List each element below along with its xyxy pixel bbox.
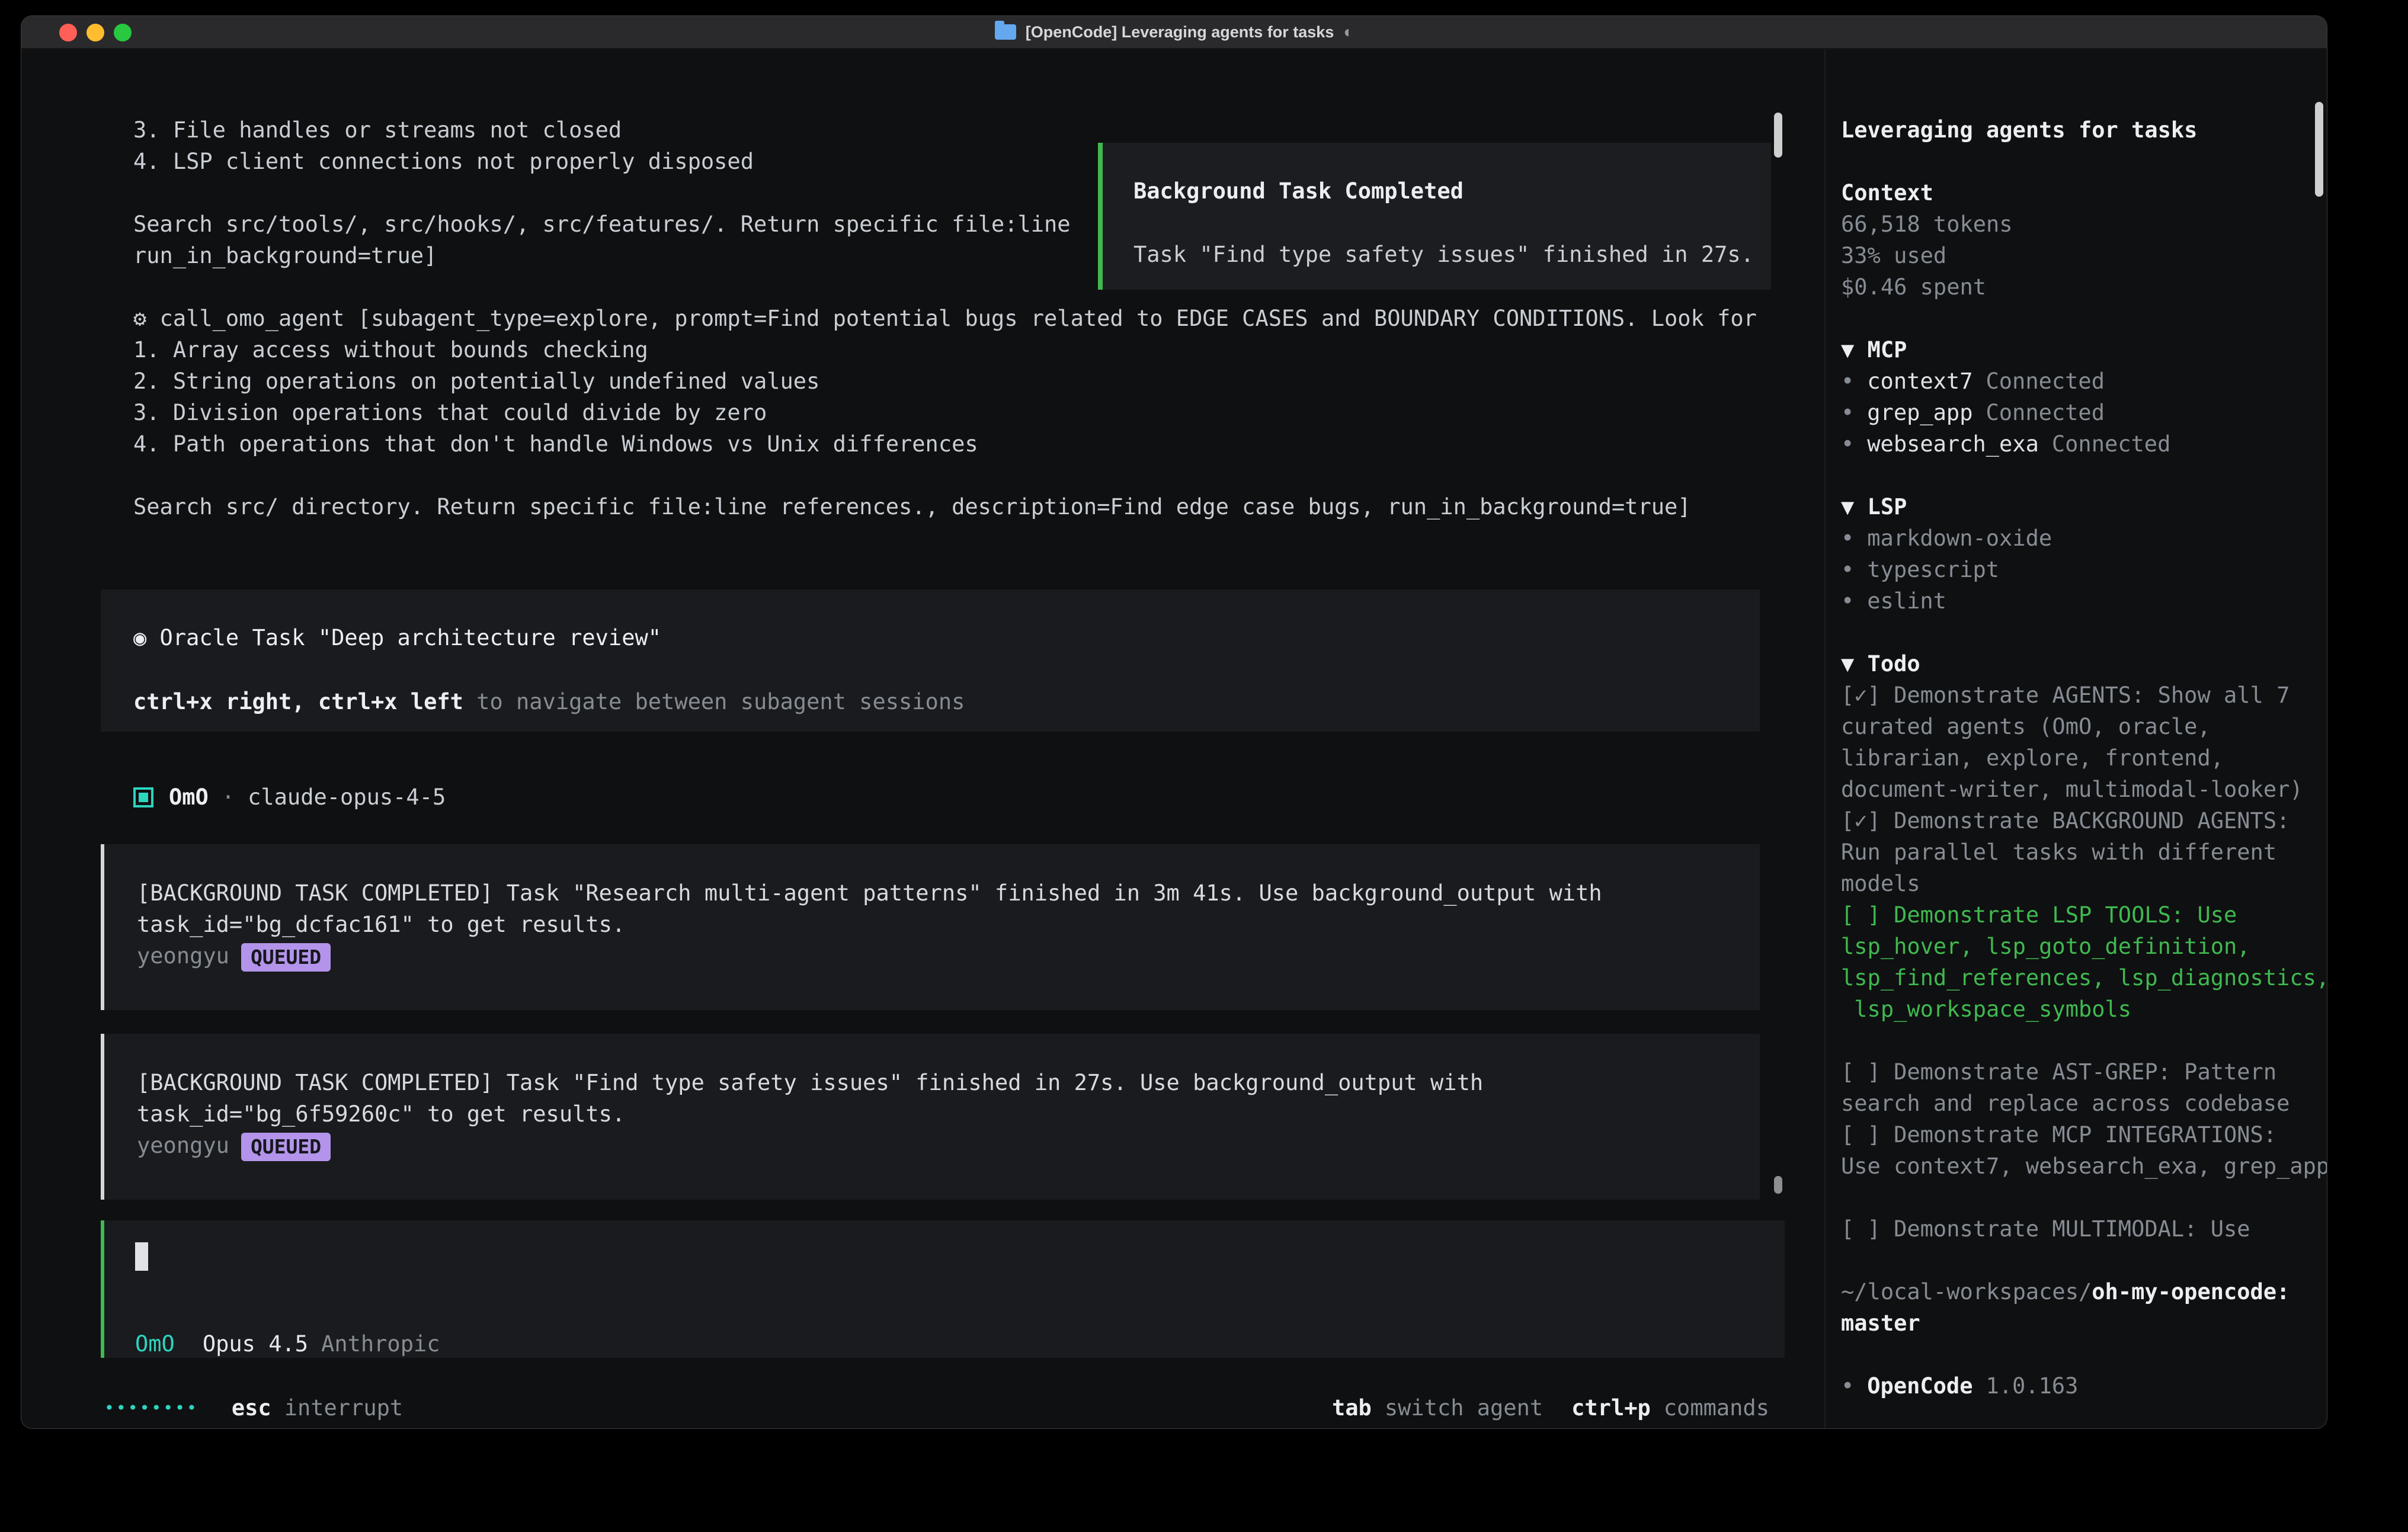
lsp-item: • markdown-oxide	[1841, 523, 2327, 554]
workspace-path: ~/local-workspaces/oh-my-opencode:	[1841, 1276, 2327, 1307]
mcp-name: websearch_exa	[1867, 431, 2039, 457]
session-title: Leveraging agents for tasks	[1841, 114, 2327, 146]
bullet-icon: •	[1841, 431, 1854, 457]
context-heading: Context	[1841, 177, 2327, 209]
zoom-button[interactable]	[114, 24, 132, 41]
esc-key-hint: esc	[232, 1392, 271, 1424]
esc-key-label: interrupt	[284, 1392, 403, 1424]
sidebar: Leveraging agents for tasks Context 66,5…	[1824, 49, 2327, 1428]
ctrlp-key-label: commands	[1664, 1392, 1769, 1424]
app-name: OpenCode	[1867, 1373, 1972, 1399]
sidebar-scrollbar-thumb[interactable]	[2315, 102, 2323, 197]
todo-item-pending: [ ] Demonstrate MCP INTEGRATIONS: Use co…	[1841, 1119, 2327, 1182]
bullet-icon: •	[1841, 400, 1854, 425]
lsp-item: • eslint	[1841, 585, 2327, 617]
lsp-name: eslint	[1867, 588, 1946, 614]
todo-section-header: ▼ Todo	[1841, 648, 2327, 680]
agent-checkbox-icon	[133, 787, 153, 807]
tab-key-hint: tab	[1332, 1392, 1372, 1424]
background-task-toast: Background Task Completed Task "Find typ…	[1098, 143, 1771, 290]
app-version-row: • OpenCode 1.0.163	[1841, 1370, 2327, 1402]
context-tokens: 66,518 tokens	[1841, 209, 2327, 240]
opencode-window: [OpenCode] Leveraging agents for tasks ◐…	[21, 16, 2327, 1428]
tab-key-label: switch agent	[1385, 1392, 1543, 1424]
message-author: yeongyu	[137, 1133, 229, 1158]
message-author: yeongyu	[137, 943, 229, 969]
mcp-item: • context7 Connected	[1841, 366, 2327, 397]
message-text: [BACKGROUND TASK COMPLETED] Task "Find t…	[137, 1067, 1760, 1130]
spinner-dots-icon: ••••••••	[104, 1392, 198, 1424]
status-bar: •••••••• esc interrupt tab switch agent …	[104, 1392, 1769, 1424]
todo-item-active: [ ] Demonstrate LSP TOOLS: Use lsp_hover…	[1841, 899, 2327, 1025]
bullet-icon: •	[1841, 1373, 1854, 1399]
input-status-row: OmO Opus 4.5 Anthropic	[135, 1328, 440, 1360]
message-card: [BACKGROUND TASK COMPLETED] Task "Resear…	[101, 844, 1760, 1010]
lsp-item: • typescript	[1841, 554, 2327, 585]
agent-header: OmO · claude-opus-4-5	[133, 781, 446, 813]
prompt-input[interactable]: OmO Opus 4.5 Anthropic	[101, 1220, 1785, 1358]
message-text: [BACKGROUND TASK COMPLETED] Task "Resear…	[137, 877, 1760, 940]
todo-item-pending: [ ] Demonstrate MULTIMODAL: Use	[1841, 1213, 2327, 1245]
context-spent: $0.46 spent	[1841, 271, 2327, 303]
folder-icon	[995, 24, 1016, 40]
chat-area: 3. File handles or streams not closed 4.…	[21, 49, 1824, 1428]
status-badge: QUEUED	[241, 1133, 331, 1161]
bullet-icon: •	[1841, 588, 1854, 614]
mcp-status: Connected	[1986, 368, 2105, 394]
hint-keys: ctrl+x right, ctrl+x left	[133, 689, 463, 714]
mcp-name: context7	[1867, 368, 1972, 394]
toast-title: Background Task Completed	[1133, 175, 1771, 207]
todo-item-done: [✓] Demonstrate AGENTS: Show all 7 curat…	[1841, 680, 2327, 805]
mcp-item: • grep_app Connected	[1841, 397, 2327, 428]
message-meta: yeongyu QUEUED	[137, 940, 1760, 972]
bullet-icon: •	[1841, 368, 1854, 394]
mcp-section-header: ▼ MCP	[1841, 334, 2327, 366]
mcp-item: • websearch_exa Connected	[1841, 428, 2327, 460]
app-version: 1.0.163	[1986, 1373, 2079, 1399]
agent-name: OmO	[169, 781, 209, 813]
message-card: [BACKGROUND TASK COMPLETED] Task "Find t…	[101, 1034, 1760, 1200]
separator-dot: ·	[222, 781, 235, 813]
bullet-icon: •	[1841, 525, 1854, 551]
ctrlp-key-hint: ctrl+p	[1571, 1392, 1651, 1424]
lsp-name: markdown-oxide	[1867, 525, 2052, 551]
titlebar: [OpenCode] Leveraging agents for tasks ◐	[21, 16, 2327, 49]
model-provider: Anthropic	[321, 1328, 440, 1360]
window-body: 3. File handles or streams not closed 4.…	[21, 49, 2327, 1428]
agent-model: claude-opus-4-5	[248, 781, 446, 813]
active-agent-name: OmO	[135, 1328, 175, 1360]
todo-item-pending: [ ] Demonstrate AST-GREP: Pattern search…	[1841, 1056, 2327, 1119]
mcp-status: Connected	[2052, 431, 2170, 457]
lsp-name: typescript	[1867, 557, 1999, 582]
git-branch: master	[1841, 1307, 2327, 1339]
active-model-name: Opus 4.5	[203, 1328, 308, 1360]
todo-item-done: [✓] Demonstrate BACKGROUND AGENTS: Run p…	[1841, 805, 2327, 899]
window-title: [OpenCode] Leveraging agents for tasks	[1026, 23, 1334, 41]
hint-text: to navigate between subagent sessions	[463, 689, 965, 714]
window-title-group: [OpenCode] Leveraging agents for tasks ◐	[995, 23, 1354, 41]
oracle-task-title: ◉ Oracle Task "Deep architecture review"	[133, 622, 1760, 653]
close-button[interactable]	[59, 24, 77, 41]
minimize-button[interactable]	[87, 24, 104, 41]
context-used: 33% used	[1841, 240, 2327, 271]
lsp-section-header: ▼ LSP	[1841, 491, 2327, 523]
main-scrollbar-thumb[interactable]	[1774, 1176, 1782, 1194]
mcp-name: grep_app	[1867, 400, 1972, 425]
toast-body: Task "Find type safety issues" finished …	[1133, 239, 1771, 270]
bullet-icon: •	[1841, 557, 1854, 582]
status-badge: QUEUED	[241, 943, 331, 972]
modified-indicator-icon: ◐	[1343, 23, 1353, 41]
message-meta: yeongyu QUEUED	[137, 1130, 1760, 1161]
mcp-status: Connected	[1986, 400, 2105, 425]
traffic-lights	[59, 16, 132, 49]
text-cursor	[135, 1242, 148, 1271]
oracle-task-card: ◉ Oracle Task "Deep architecture review"…	[101, 589, 1760, 732]
subagent-nav-hint: ctrl+x right, ctrl+x left to navigate be…	[133, 686, 1760, 717]
toast-scrollbar-thumb[interactable]	[1774, 113, 1782, 158]
workspace-path-prefix: ~/local-workspaces/	[1841, 1279, 2092, 1305]
workspace-name: oh-my-opencode:	[2092, 1279, 2289, 1305]
